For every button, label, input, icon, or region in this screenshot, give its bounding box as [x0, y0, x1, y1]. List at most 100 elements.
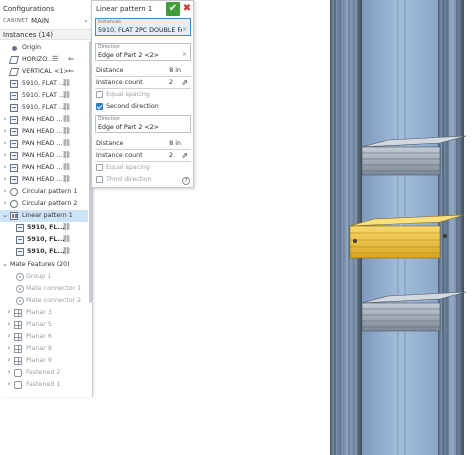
link-icon[interactable]: ⛓	[62, 103, 71, 111]
linear-pattern-dialog: Linear pattern 1 ✔ ✖ Instances 5910, FLA…	[91, 0, 194, 188]
chevron-right-icon[interactable]: ›	[2, 151, 8, 159]
distance-value[interactable]: 8 in	[169, 67, 181, 74]
distance-1-row[interactable]: Distance 8 in	[95, 65, 191, 77]
list-icon[interactable]: ☰	[52, 55, 58, 63]
checkmark-icon: ✔	[168, 3, 178, 14]
link-icon[interactable]: ⛓	[62, 91, 71, 99]
mate-features-header[interactable]: ⌄ Mate Features (20)	[0, 259, 88, 271]
mate-row-fastened[interactable]: › Fastened 1	[0, 379, 88, 391]
part-icon	[10, 80, 18, 88]
chevron-down-icon[interactable]: ⌄	[2, 260, 8, 268]
instance-row[interactable]: › PAN HEAD ... ⛓	[0, 150, 88, 162]
mate-row-planar[interactable]: › Planar 6	[0, 331, 88, 343]
chevron-right-icon[interactable]: ›	[2, 187, 8, 195]
clear-icon[interactable]: ×	[182, 26, 187, 33]
instance-row[interactable]: › PAN HEAD ... ⛓	[0, 174, 88, 186]
mate-row-planar[interactable]: › Planar 3	[0, 307, 88, 319]
link-icon[interactable]: ⛓	[62, 175, 71, 183]
equal-spacing-2-row[interactable]: Equal spacing	[95, 162, 191, 174]
part-icon	[16, 224, 24, 232]
direction-2-field[interactable]: Direction Edge of Part 2 <2>	[95, 115, 191, 133]
instances-header[interactable]: Instances (14)	[0, 29, 92, 40]
clear-icon[interactable]: ×	[182, 51, 187, 58]
third-direction-row[interactable]: Third direction	[95, 174, 191, 186]
equal-spacing-checkbox[interactable]	[96, 91, 103, 98]
chevron-down-icon[interactable]: ⌄	[83, 16, 89, 24]
mate-row-connector[interactable]: Mate connector 2	[0, 295, 88, 307]
link-icon[interactable]: ⛓	[62, 235, 71, 243]
second-direction-row[interactable]: Second direction	[95, 101, 191, 113]
chevron-right-icon[interactable]: ›	[6, 380, 12, 388]
instance-row-pattern-member[interactable]: 5910, FL... ⛓	[0, 222, 88, 234]
link-icon[interactable]: ⛓	[62, 139, 71, 147]
chevron-right-icon[interactable]: ›	[6, 344, 12, 352]
instance-label: 5910, FL...	[27, 236, 65, 243]
cabinet-value[interactable]: MAIN	[31, 17, 49, 25]
link-icon[interactable]: ⛓	[62, 223, 71, 231]
arrow-left-icon[interactable]: ⇐	[68, 55, 74, 63]
distance-2-row[interactable]: Distance 8 in	[95, 138, 191, 150]
mate-row-group[interactable]: Group 1	[0, 271, 88, 283]
equal-spacing-checkbox[interactable]	[96, 164, 103, 171]
help-icon[interactable]: ?	[182, 177, 190, 185]
instance-count-value[interactable]: 2	[169, 152, 173, 159]
instance-row[interactable]: › PAN HEAD ... ⛓	[0, 114, 88, 126]
mate-row-fastened[interactable]: › Fastened 2	[0, 367, 88, 379]
chevron-right-icon[interactable]: ›	[2, 175, 8, 183]
chevron-right-icon[interactable]: ›	[6, 308, 12, 316]
chevron-right-icon[interactable]: ›	[6, 332, 12, 340]
link-icon[interactable]: ⛓	[62, 163, 71, 171]
instance-row-circular-pattern-1[interactable]: › Circular pattern 1	[0, 186, 88, 198]
mate-row-planar[interactable]: › Planar 9	[0, 355, 88, 367]
instances-value: 5910, FLAT 2PC DOUBLE FA...	[98, 27, 182, 34]
direction-1-field[interactable]: Direction Edge of Part 2 <2> ×	[95, 43, 191, 61]
mate-row-planar[interactable]: › Planar 5	[0, 319, 88, 331]
distance-value[interactable]: 8 in	[169, 140, 181, 147]
planar-mate-icon	[14, 345, 22, 353]
configuration-selector[interactable]: CABINET MAIN ⌄	[3, 16, 89, 27]
instance-count-2-row[interactable]: Instance count 2 ⇗	[95, 150, 191, 162]
chevron-right-icon[interactable]: ›	[6, 356, 12, 364]
arrow-left-icon[interactable]: ⇐	[68, 67, 74, 75]
instance-row-origin[interactable]: Origin	[0, 42, 88, 54]
cancel-button[interactable]: ✖	[181, 2, 193, 16]
instances-field[interactable]: Instances 5910, FLAT 2PC DOUBLE FA... ×	[95, 18, 191, 36]
link-icon[interactable]: ⛓	[62, 115, 71, 123]
instance-row[interactable]: 5910, FLAT ... ⛓	[0, 90, 88, 102]
instance-row[interactable]: › PAN HEAD ... ⛓	[0, 162, 88, 174]
link-icon[interactable]: ⛓	[62, 151, 71, 159]
chevron-down-icon[interactable]: ⌄	[2, 211, 8, 219]
third-direction-checkbox[interactable]	[96, 176, 103, 183]
instance-count-value[interactable]: 2	[169, 79, 173, 86]
second-direction-checkbox[interactable]	[96, 103, 103, 110]
chevron-right-icon[interactable]: ›	[2, 199, 8, 207]
chevron-right-icon[interactable]: ›	[2, 139, 8, 147]
instance-row[interactable]: › PAN HEAD ... ⛓	[0, 126, 88, 138]
chevron-right-icon[interactable]: ›	[2, 115, 8, 123]
instance-row[interactable]: 5910, FLAT ... ⛓	[0, 78, 88, 90]
flip-direction-icon[interactable]: ⇗	[181, 151, 188, 160]
link-icon[interactable]: ⛓	[62, 247, 71, 255]
link-icon[interactable]: ⛓	[62, 79, 71, 87]
instance-count-1-row[interactable]: Instance count 2 ⇗	[95, 77, 191, 89]
mate-row-connector[interactable]: Mate connector 1	[0, 283, 88, 295]
instance-count-label: Instance count	[96, 79, 143, 86]
chevron-right-icon[interactable]: ›	[2, 127, 8, 135]
chevron-right-icon[interactable]: ›	[6, 320, 12, 328]
chevron-right-icon[interactable]: ›	[2, 163, 8, 171]
instance-row[interactable]: 5910, FLAT ... ⛓	[0, 102, 88, 114]
instance-row-linear-pattern-1[interactable]: ⌄ Linear pattern 1	[0, 210, 88, 222]
accept-button[interactable]: ✔	[166, 2, 180, 16]
chevron-right-icon[interactable]: ›	[6, 368, 12, 376]
instance-row-circular-pattern-2[interactable]: › Circular pattern 2	[0, 198, 88, 210]
instance-row-pattern-member[interactable]: 5910, FL... ⛓	[0, 234, 88, 246]
instance-row[interactable]: › PAN HEAD ... ⛓	[0, 138, 88, 150]
part-icon	[10, 176, 18, 184]
link-icon[interactable]: ⛓	[62, 127, 71, 135]
mate-row-planar[interactable]: › Planar 8	[0, 343, 88, 355]
instance-row-horizontal-plane[interactable]: HORIZO... ☰ ⇐	[0, 54, 88, 66]
equal-spacing-1-row[interactable]: Equal spacing	[95, 89, 191, 101]
instance-row-pattern-member[interactable]: 5910, FL... ⛓	[0, 246, 88, 258]
flip-direction-icon[interactable]: ⇗	[181, 78, 188, 87]
instance-row-vertical-plane[interactable]: VERTICAL <1> ⇐	[0, 66, 88, 78]
